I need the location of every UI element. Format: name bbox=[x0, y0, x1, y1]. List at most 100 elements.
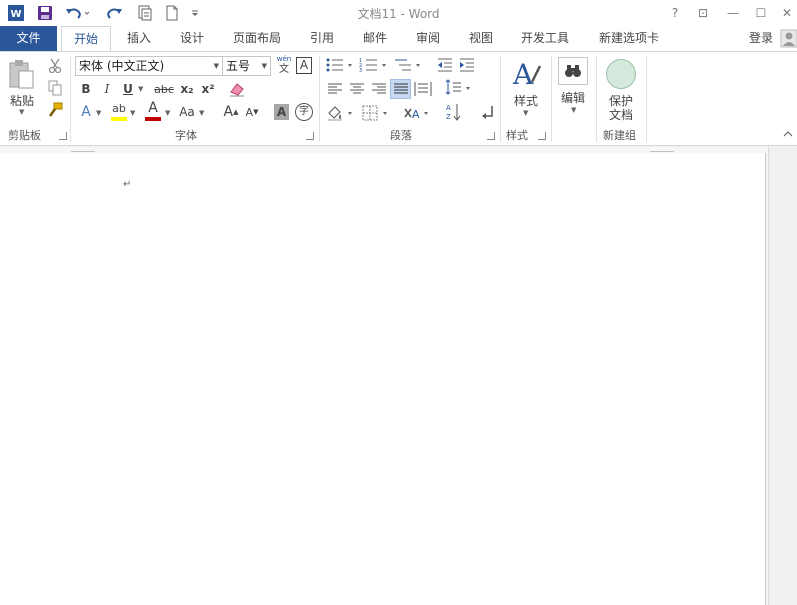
editing-dropdown-icon[interactable]: ▼ bbox=[571, 106, 576, 114]
underline-dropdown-icon[interactable]: ▼ bbox=[138, 85, 143, 93]
styles-launcher-icon[interactable] bbox=[538, 132, 546, 140]
styles-button-label[interactable]: 样式 bbox=[508, 92, 544, 109]
font-color-dropdown-icon[interactable]: ▼ bbox=[165, 109, 170, 117]
protect-document-icon[interactable] bbox=[606, 59, 636, 89]
help-button[interactable]: ? bbox=[664, 3, 686, 23]
shrink-font-button[interactable]: A ▼ bbox=[243, 102, 261, 122]
chinese-layout-icon[interactable]: A bbox=[403, 104, 431, 125]
grow-font-letter: A bbox=[223, 104, 234, 120]
collapse-ribbon-icon[interactable] bbox=[783, 128, 793, 138]
underline-button[interactable]: U bbox=[120, 79, 136, 99]
clipboard-launcher-icon[interactable] bbox=[59, 132, 67, 140]
align-center-icon[interactable] bbox=[349, 82, 365, 99]
enclose-characters-button[interactable]: 字 bbox=[295, 103, 313, 121]
svg-text:A: A bbox=[412, 108, 420, 121]
tab-mailings[interactable]: 邮件 bbox=[355, 26, 395, 51]
subscript-button[interactable]: x₂ bbox=[178, 79, 196, 99]
tab-view[interactable]: 视图 bbox=[461, 26, 501, 51]
cut-icon[interactable] bbox=[44, 56, 66, 76]
editing-label[interactable]: 编辑 bbox=[555, 89, 591, 106]
italic-button[interactable]: I bbox=[99, 79, 115, 99]
separator bbox=[646, 56, 647, 142]
minimize-button[interactable]: — bbox=[722, 3, 744, 23]
protect-document-line2[interactable]: 文档 bbox=[603, 106, 639, 123]
svg-text:A: A bbox=[446, 104, 451, 112]
paragraph-launcher-icon[interactable] bbox=[487, 132, 495, 140]
decrease-indent-icon[interactable] bbox=[436, 57, 454, 76]
margin-corner-mark bbox=[71, 151, 95, 152]
highlight-dropdown-icon[interactable]: ▼ bbox=[130, 109, 135, 117]
format-painter-icon[interactable] bbox=[44, 100, 66, 120]
document-page[interactable] bbox=[0, 153, 766, 605]
copy-icon[interactable] bbox=[44, 78, 66, 98]
text-effects-dropdown-icon[interactable]: ▼ bbox=[96, 109, 101, 117]
font-launcher-icon[interactable] bbox=[306, 132, 314, 140]
tab-design[interactable]: 设计 bbox=[172, 26, 212, 51]
clear-formatting-icon[interactable] bbox=[228, 80, 246, 101]
paste-label[interactable]: 粘贴 bbox=[4, 92, 40, 109]
change-case-button[interactable]: Aa bbox=[177, 102, 197, 122]
tab-new-tab[interactable]: 新建选项卡 bbox=[591, 26, 667, 51]
account-picture-icon[interactable] bbox=[780, 28, 797, 51]
separator bbox=[319, 56, 320, 142]
align-right-icon[interactable] bbox=[371, 82, 387, 99]
tab-insert[interactable]: 插入 bbox=[119, 26, 159, 51]
increase-indent-icon[interactable] bbox=[458, 57, 476, 76]
font-color-button[interactable]: A bbox=[143, 101, 163, 123]
tab-references[interactable]: 引用 bbox=[302, 26, 342, 51]
borders-icon[interactable] bbox=[361, 104, 391, 125]
styles-dropdown-icon[interactable]: ▼ bbox=[523, 109, 528, 117]
login-link[interactable]: 登录 bbox=[749, 26, 773, 51]
ribbon-display-options-button[interactable]: ⊡ bbox=[692, 3, 714, 23]
tab-developer[interactable]: 开发工具 bbox=[514, 26, 576, 51]
grow-font-button[interactable]: A ▲ bbox=[222, 102, 240, 122]
close-button[interactable]: ✕ bbox=[776, 3, 797, 23]
justify-button[interactable] bbox=[390, 79, 411, 99]
editing-button[interactable] bbox=[558, 57, 588, 85]
font-size-combo[interactable]: 五号 ▼ bbox=[222, 56, 271, 76]
styles-icon[interactable]: A bbox=[512, 58, 542, 91]
superscript-button[interactable]: x² bbox=[199, 79, 217, 99]
distributed-icon[interactable] bbox=[414, 81, 432, 100]
chevron-down-icon: ▼ bbox=[213, 62, 219, 70]
separator bbox=[500, 56, 501, 142]
caret-up-icon: ▲ bbox=[233, 108, 239, 116]
bold-button[interactable]: B bbox=[78, 79, 94, 99]
text-effects-button[interactable]: A bbox=[78, 102, 94, 122]
tab-review[interactable]: 审阅 bbox=[408, 26, 448, 51]
vertical-scrollbar[interactable] bbox=[768, 147, 797, 605]
paragraph-group-label: 段落 bbox=[390, 129, 412, 142]
tab-home[interactable]: 开始 bbox=[61, 26, 111, 52]
change-case-dropdown-icon[interactable]: ▼ bbox=[199, 109, 204, 117]
tab-file[interactable]: 文件 bbox=[0, 26, 57, 51]
strikethrough-button[interactable]: abc bbox=[153, 79, 175, 99]
character-shading-button[interactable]: A bbox=[274, 104, 289, 120]
highlight-letter: ab bbox=[112, 102, 126, 115]
sort-icon[interactable]: AZ bbox=[446, 102, 462, 125]
character-border-button[interactable]: A bbox=[296, 57, 312, 74]
svg-text:3: 3 bbox=[359, 68, 362, 73]
separator bbox=[551, 56, 552, 142]
ribbon-home: 粘贴 ▼ 剪贴板 宋体 (中文正文) ▼ 五号 ▼ wén 文 A B I U bbox=[0, 51, 797, 146]
bullets-icon[interactable] bbox=[325, 57, 355, 76]
font-color-swatch bbox=[145, 117, 161, 121]
tab-page-layout[interactable]: 页面布局 bbox=[226, 26, 288, 51]
separator bbox=[70, 56, 71, 142]
paste-dropdown-icon[interactable]: ▼ bbox=[19, 108, 24, 116]
phonetic-guide-bottom: 文 bbox=[279, 64, 289, 75]
styles-group-label: 样式 bbox=[506, 129, 528, 142]
highlight-button[interactable]: ab bbox=[109, 101, 129, 123]
show-hide-marks-icon[interactable] bbox=[480, 104, 494, 123]
align-left-icon[interactable] bbox=[327, 82, 343, 99]
line-spacing-icon[interactable] bbox=[443, 79, 473, 100]
phonetic-guide-button[interactable]: wén 文 bbox=[274, 55, 294, 77]
highlight-color-swatch bbox=[111, 117, 127, 121]
shading-icon[interactable] bbox=[326, 104, 356, 125]
word-window: W 文档11 - Word ? ⊡ — ☐ ✕ 文件 开始 插入 设计 页面布局… bbox=[0, 0, 797, 605]
maximize-button[interactable]: ☐ bbox=[750, 3, 772, 23]
multilevel-list-icon[interactable] bbox=[393, 57, 423, 76]
font-name-combo[interactable]: 宋体 (中文正文) ▼ bbox=[75, 56, 223, 76]
numbering-icon[interactable]: 123 bbox=[359, 57, 389, 76]
binoculars-icon bbox=[565, 65, 581, 77]
paste-icon[interactable] bbox=[6, 58, 38, 92]
